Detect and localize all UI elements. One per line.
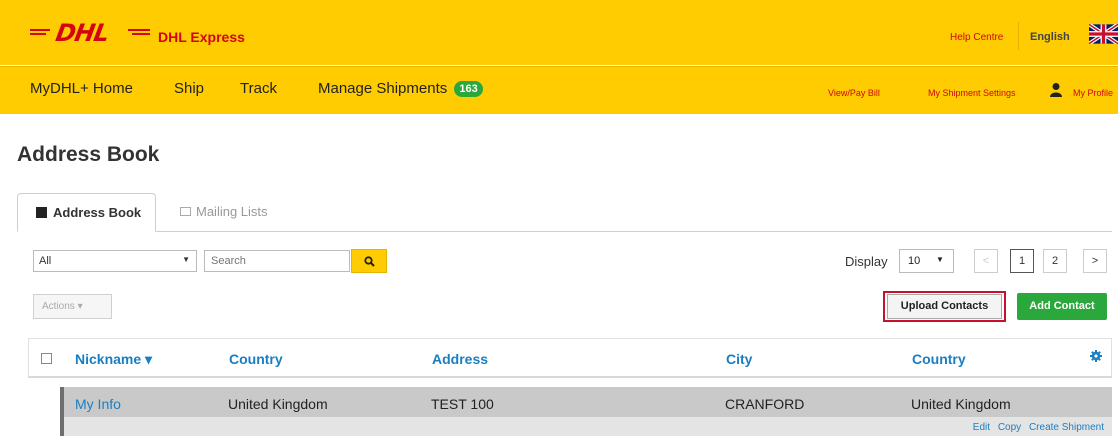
shipment-count-badge: 163 (454, 81, 483, 97)
tab-address-book[interactable]: Address Book (17, 193, 156, 232)
column-city[interactable]: City (726, 351, 752, 367)
search-button[interactable] (351, 249, 387, 273)
filter-select[interactable]: All ▼ (33, 250, 197, 272)
edit-link[interactable]: Edit (973, 422, 990, 433)
header-divider (1018, 22, 1019, 50)
tab-mailing-lists-label: Mailing Lists (196, 204, 268, 219)
upload-contacts-button[interactable]: Upload Contacts (887, 294, 1002, 319)
brand-name: DHL Express (158, 29, 245, 45)
nav-ship[interactable]: Ship (174, 80, 204, 97)
page-1-button[interactable]: 1 (1010, 249, 1034, 273)
shipment-settings-link[interactable]: My Shipment Settings (928, 88, 1016, 98)
display-label: Display (845, 254, 888, 269)
display-count-select[interactable]: 10 ▼ (899, 249, 954, 273)
my-profile-link[interactable]: My Profile (1073, 88, 1113, 98)
tabs-divider (17, 231, 1112, 232)
help-centre-link[interactable]: Help Centre (950, 32, 1003, 43)
search-input[interactable] (204, 250, 350, 272)
nav-manage-shipments[interactable]: Manage Shipments 163 (318, 80, 483, 97)
nav-manage-label: Manage Shipments (318, 80, 448, 97)
chevron-down-icon: ▼ (936, 255, 944, 264)
chevron-down-icon: ▼ (182, 255, 190, 264)
mailing-list-icon (180, 207, 191, 216)
column-nickname[interactable]: Nickname ▾ (75, 351, 152, 368)
column-address[interactable]: Address (432, 351, 488, 367)
nav-home[interactable]: MyDHL+ Home (30, 80, 133, 97)
page-title: Address Book (17, 143, 160, 166)
header-bar: DHL DHL Express Help Centre English (0, 0, 1118, 65)
tab-mailing-lists[interactable]: Mailing Lists (180, 204, 268, 219)
tab-address-book-label: Address Book (53, 205, 142, 220)
filter-select-value: All (39, 255, 52, 267)
nav-track[interactable]: Track (240, 80, 277, 97)
table-header: Nickname ▾ Country Address City Country (28, 338, 1112, 378)
cell-nickname[interactable]: My Info (75, 396, 121, 412)
select-all-checkbox[interactable] (41, 353, 52, 364)
language-selector[interactable]: English (1030, 31, 1070, 43)
copy-link[interactable]: Copy (998, 422, 1021, 433)
logo-text: DHL (53, 19, 111, 47)
address-book-icon (36, 207, 47, 218)
cell-country: United Kingdom (228, 396, 328, 412)
user-icon[interactable] (1049, 82, 1063, 98)
row-actions: Edit Copy Create Shipment (968, 422, 1104, 433)
gear-icon[interactable] (1090, 350, 1102, 362)
create-shipment-link[interactable]: Create Shipment (1029, 422, 1104, 433)
column-country[interactable]: Country (229, 351, 283, 367)
search-icon (364, 256, 375, 267)
add-contact-button[interactable]: Add Contact (1017, 293, 1107, 320)
cell-address: TEST 100 (431, 396, 494, 412)
view-pay-bill-link[interactable]: View/Pay Bill (828, 88, 880, 98)
display-count-value: 10 (908, 255, 921, 267)
next-page-button[interactable]: > (1083, 249, 1107, 273)
prev-page-button[interactable]: < (974, 249, 998, 273)
cell-city: CRANFORD (725, 396, 805, 412)
dhl-logo[interactable]: DHL (30, 19, 150, 47)
column-country-2[interactable]: Country (912, 351, 966, 367)
page-2-button[interactable]: 2 (1043, 249, 1067, 273)
table-row[interactable]: My Info United Kingdom TEST 100 CRANFORD… (60, 387, 1112, 436)
actions-dropdown[interactable]: Actions ▾ (33, 294, 112, 319)
uk-flag-icon[interactable] (1089, 24, 1118, 44)
cell-country-2: United Kingdom (911, 396, 1011, 412)
